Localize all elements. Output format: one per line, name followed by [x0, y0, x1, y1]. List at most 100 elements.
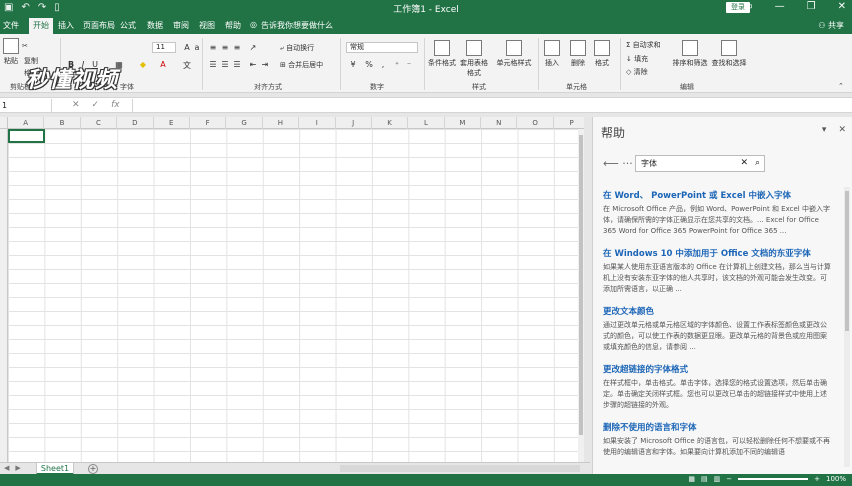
ribbon-display-icon[interactable]: ▭: [743, 1, 752, 12]
comma-icon[interactable]: ,: [378, 60, 388, 69]
enter-icon[interactable]: ✓: [92, 100, 100, 110]
tab-view[interactable]: 视图: [199, 20, 215, 31]
currency-icon[interactable]: ¥: [348, 60, 358, 69]
tab-insert[interactable]: 插入: [58, 20, 74, 31]
orientation-icon[interactable]: ↗: [248, 43, 258, 52]
horizontal-scrollbar[interactable]: [340, 465, 580, 472]
active-cell[interactable]: [8, 129, 45, 143]
column-header[interactable]: F: [190, 117, 227, 129]
column-header[interactable]: J: [336, 117, 372, 129]
cancel-icon[interactable]: ✕: [72, 100, 80, 110]
back-arrow-icon[interactable]: ⟵ ···: [603, 157, 633, 170]
prev-sheet-icon[interactable]: ◀: [4, 464, 9, 472]
increase-decimal-icon[interactable]: ⁺: [392, 60, 402, 69]
column-header[interactable]: E: [154, 117, 190, 129]
help-scroll-thumb[interactable]: [845, 191, 849, 331]
column-header[interactable]: H: [263, 117, 300, 129]
help-search-box[interactable]: 字体 ✕ ⌕: [635, 155, 765, 172]
autosum-button[interactable]: Σ 自动求和: [626, 40, 661, 50]
merge-center-button[interactable]: ⊞ 合并后居中: [280, 60, 323, 70]
fill-button[interactable]: ↓ 填充: [626, 54, 648, 64]
select-all-corner[interactable]: [0, 117, 8, 129]
column-header[interactable]: G: [226, 117, 263, 129]
tab-page-layout[interactable]: 页面布局: [83, 20, 115, 31]
help-search-input[interactable]: 字体: [641, 159, 657, 168]
minimize-icon[interactable]: —: [775, 1, 785, 12]
page-layout-view-icon[interactable]: ▤: [701, 475, 708, 483]
name-box[interactable]: 1: [0, 99, 52, 112]
wrap-text-button[interactable]: ⤶ 自动换行: [280, 43, 314, 53]
share-button[interactable]: ⚇ 共享: [818, 20, 844, 31]
tab-review[interactable]: 审阅: [173, 20, 189, 31]
find-select-button[interactable]: 查找和选择: [708, 40, 750, 68]
tab-formulas[interactable]: 公式: [120, 20, 136, 31]
tab-file[interactable]: 文件: [3, 20, 19, 31]
clear-button[interactable]: ◇ 清除: [626, 67, 648, 77]
result-title-link[interactable]: 删除不使用的语言和字体: [603, 421, 833, 433]
column-header[interactable]: L: [408, 117, 445, 129]
tell-me-box[interactable]: ◎ 告诉我你想要做什么: [250, 20, 333, 31]
font-color-icon[interactable]: A: [158, 60, 168, 69]
phonetic-icon[interactable]: 文: [182, 60, 192, 70]
align-center-icon[interactable]: ☰: [220, 60, 230, 69]
decrease-decimal-icon[interactable]: ⁻: [404, 60, 414, 69]
number-format-select[interactable]: 常规: [346, 42, 418, 53]
column-header[interactable]: M: [445, 117, 482, 129]
page-break-view-icon[interactable]: ▥: [714, 475, 721, 483]
increase-indent-icon[interactable]: ⇥: [260, 60, 270, 69]
zoom-level[interactable]: 100%: [826, 475, 846, 483]
format-as-table-button[interactable]: 套用表格格式: [458, 40, 490, 78]
align-right-icon[interactable]: ☰: [232, 60, 242, 69]
column-header[interactable]: O: [517, 117, 554, 129]
column-header[interactable]: B: [44, 117, 81, 129]
normal-view-icon[interactable]: ▦: [688, 475, 695, 483]
close-pane-icon[interactable]: ✕: [838, 125, 846, 135]
result-title-link[interactable]: 在 Windows 10 中添加用于 Office 文档的东亚字体: [603, 247, 833, 259]
column-header[interactable]: P: [554, 117, 584, 129]
tab-data[interactable]: 数据: [147, 20, 163, 31]
formula-input[interactable]: [132, 99, 848, 112]
next-sheet-icon[interactable]: ▶: [15, 464, 20, 472]
zoom-in-icon[interactable]: +: [814, 475, 820, 483]
result-title-link[interactable]: 在 Word、 PowerPoint 或 Excel 中嵌入字体: [603, 189, 833, 201]
scroll-thumb[interactable]: [579, 135, 583, 435]
align-top-icon[interactable]: ≡: [208, 43, 218, 52]
result-title-link[interactable]: 更改超链接的字体格式: [603, 363, 833, 375]
cell-area[interactable]: [8, 129, 578, 462]
collapse-ribbon-icon[interactable]: ⌃: [838, 82, 844, 90]
percent-button[interactable]: %: [364, 60, 374, 69]
format-cells-button[interactable]: 格式: [586, 40, 618, 68]
increase-font-icon[interactable]: A: [182, 43, 192, 52]
sort-filter-button[interactable]: 排序和筛选: [670, 40, 710, 68]
help-scrollbar[interactable]: [844, 187, 850, 467]
cell-styles-button[interactable]: 单元格样式: [494, 40, 534, 68]
align-bottom-icon[interactable]: ≡: [232, 43, 242, 52]
column-header[interactable]: I: [299, 117, 336, 129]
paste-button[interactable]: 粘贴: [0, 38, 22, 66]
decrease-font-icon[interactable]: a: [192, 43, 202, 52]
column-header[interactable]: A: [8, 117, 45, 129]
add-sheet-icon[interactable]: +: [88, 464, 98, 474]
row-headers[interactable]: [0, 129, 8, 462]
font-size-select[interactable]: 11: [152, 42, 176, 53]
zoom-slider[interactable]: [738, 478, 809, 480]
tab-help[interactable]: 帮助: [225, 20, 241, 31]
column-header[interactable]: N: [481, 117, 518, 129]
clear-search-icon[interactable]: ✕: [740, 156, 748, 171]
column-header[interactable]: C: [81, 117, 118, 129]
result-title-link[interactable]: 更改文本颜色: [603, 305, 833, 317]
pane-options-icon[interactable]: ▾: [822, 125, 827, 135]
fx-icon[interactable]: fx: [111, 100, 120, 110]
decrease-indent-icon[interactable]: ⇤: [248, 60, 258, 69]
vertical-scrollbar[interactable]: [578, 129, 584, 462]
align-middle-icon[interactable]: ≡: [220, 43, 230, 52]
column-header[interactable]: K: [372, 117, 409, 129]
cut-icon[interactable]: ✂: [22, 42, 28, 50]
conditional-format-button[interactable]: 条件格式: [426, 40, 458, 68]
zoom-out-icon[interactable]: −: [726, 475, 732, 483]
search-icon[interactable]: ⌕: [755, 156, 760, 171]
restore-icon[interactable]: ❐: [807, 1, 816, 12]
close-icon[interactable]: ✕: [838, 1, 846, 12]
tab-home[interactable]: 开始: [29, 18, 53, 34]
column-header[interactable]: D: [117, 117, 154, 129]
